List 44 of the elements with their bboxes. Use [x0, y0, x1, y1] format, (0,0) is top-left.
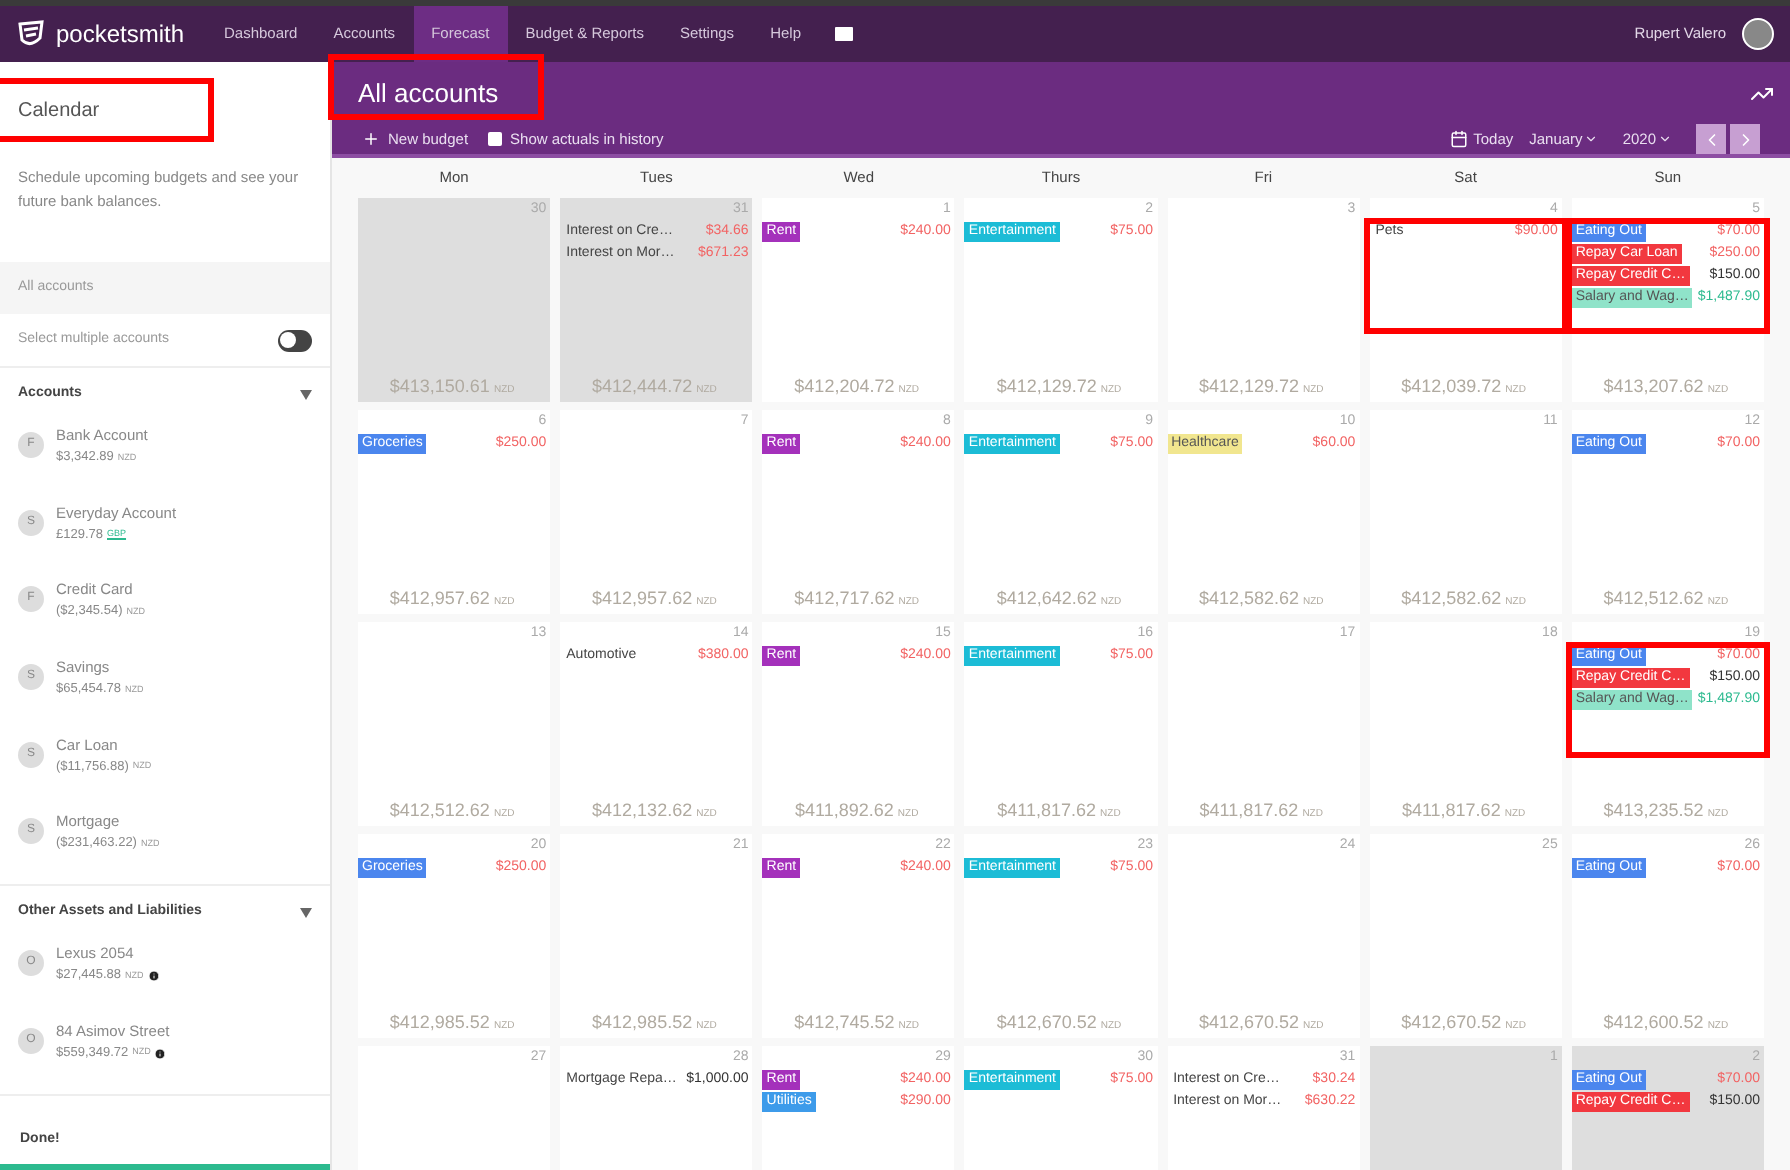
caret-icon	[1584, 132, 1599, 146]
day-balance: $413,150.61	[389, 373, 490, 399]
page-title: All accounts	[358, 75, 499, 112]
day-balance: $412,985.52	[592, 1009, 693, 1035]
collapse-caret-icon[interactable]	[300, 389, 312, 399]
plus-icon	[362, 130, 380, 148]
toggle-switch[interactable]	[278, 329, 312, 351]
day-balance: $411,892.62	[795, 797, 894, 823]
day-balance: $412,745.52	[794, 1009, 895, 1035]
day-balance: $412,582.62	[1401, 585, 1502, 611]
checkbox[interactable]	[488, 132, 503, 146]
day-balance: $412,985.52	[389, 1009, 490, 1035]
day-balance: $412,670.52	[996, 1009, 1097, 1035]
day-balance: $412,512.62	[1603, 585, 1704, 611]
day-balance: $413,207.62	[1603, 373, 1704, 399]
day-balance: $412,600.52	[1603, 1009, 1704, 1035]
day-balance: $412,957.62	[592, 585, 693, 611]
day-balance: $412,957.62	[389, 585, 490, 611]
caret-icon	[1658, 132, 1672, 146]
day-balance: $412,204.72	[794, 373, 895, 399]
info-icon[interactable]	[147, 970, 160, 982]
day-balance: $412,670.52	[1401, 1009, 1502, 1035]
logo-icon	[16, 20, 48, 48]
info-icon[interactable]	[154, 1047, 167, 1060]
avatar[interactable]	[1742, 18, 1774, 50]
calendar-icon	[1449, 130, 1468, 148]
day-balance: $412,670.52	[1198, 1009, 1300, 1035]
day-balance: $412,717.62	[794, 585, 895, 611]
day-balance: $411,817.62	[997, 797, 1097, 823]
day-balance: $412,129.72	[1198, 373, 1300, 399]
day-balance: $412,132.62	[592, 797, 693, 823]
collapse-caret-icon[interactable]	[300, 907, 312, 918]
mail-icon[interactable]	[831, 22, 855, 46]
day-balance: $412,512.62	[389, 797, 490, 823]
brand-name: pocketsmith	[56, 18, 185, 52]
day-balance: $412,039.72	[1401, 373, 1502, 399]
day-balance: $412,642.62	[996, 585, 1097, 611]
day-balance: $411,817.62	[1401, 797, 1501, 823]
day-balance: $411,817.62	[1199, 797, 1299, 823]
day-balance: $413,235.52	[1603, 797, 1704, 823]
sidebar-heading: Calendar	[18, 97, 100, 125]
day-balance: $412,129.72	[996, 373, 1097, 399]
day-balance: $412,582.62	[1198, 585, 1300, 611]
day-balance: $412,444.72	[592, 373, 693, 399]
